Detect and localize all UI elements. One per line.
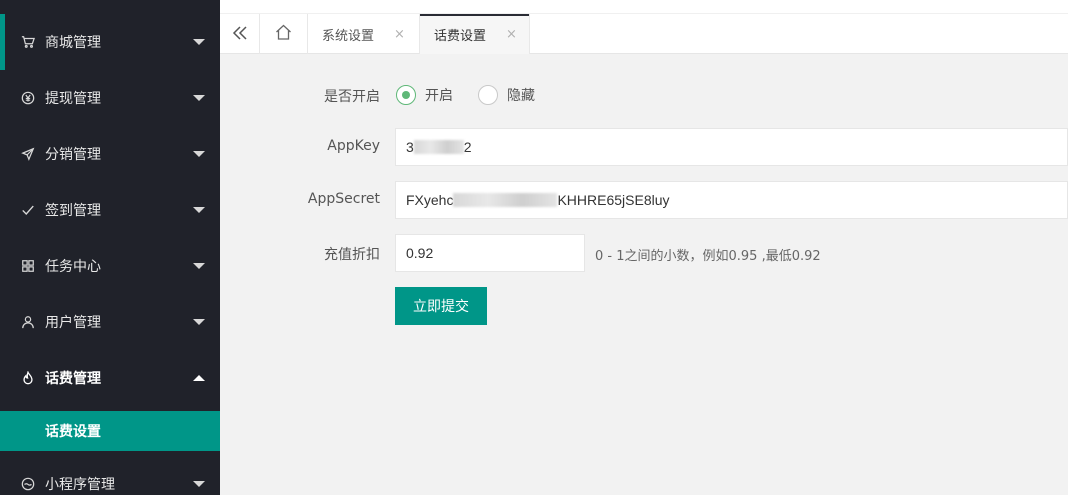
chevron-down-icon <box>193 263 205 269</box>
appkey-label: AppKey <box>327 138 380 154</box>
tab-label: 话费设置 <box>434 28 487 44</box>
fire-icon <box>20 370 36 386</box>
radio-label: 隐藏 <box>507 88 535 104</box>
sidebar-item-distribution[interactable]: 分销管理 <box>0 126 220 182</box>
mini-program-icon <box>20 476 36 492</box>
tab-label: 系统设置 <box>322 28 375 44</box>
sidebar-top <box>0 0 220 14</box>
appsecret-value-end: KHHRE65jSE8luy <box>557 192 670 208</box>
tab-system-settings[interactable]: 系统设置 × <box>308 14 420 54</box>
sidebar-item-users[interactable]: 用户管理 <box>0 294 220 350</box>
chevron-down-icon <box>193 481 205 487</box>
radio-label: 开启 <box>425 88 453 104</box>
sidebar-item-label: 分销管理 <box>45 147 101 163</box>
chevron-down-icon <box>193 151 205 157</box>
sidebar-item-label: 任务中心 <box>45 259 101 275</box>
sidebar: 商城管理 提现管理 分销管理 签到管理 任务中心 用户管理 话费管理 话费设置 … <box>0 0 220 495</box>
collapse-sidebar-button[interactable] <box>220 14 260 54</box>
sidebar-item-label: 小程序管理 <box>45 477 115 493</box>
sidebar-item-label: 提现管理 <box>45 91 101 107</box>
check-icon <box>20 202 36 218</box>
discount-input[interactable]: 0.92 <box>395 234 585 272</box>
chevron-up-icon <box>193 375 205 381</box>
radio-enable-hide[interactable]: 隐藏 <box>478 85 535 105</box>
appkey-value-end: 2 <box>463 139 472 155</box>
radio-enable-on[interactable]: 开启 <box>396 85 453 105</box>
redacted-blur <box>413 140 464 154</box>
appkey-input[interactable]: 3 2 <box>395 128 1068 166</box>
discount-hint: 0 - 1之间的小数，例如0.95 ,最低0.92 <box>595 249 821 264</box>
chevron-down-icon <box>193 39 205 45</box>
chevron-down-icon <box>193 319 205 325</box>
redacted-blur <box>453 193 558 207</box>
radio-checked-icon <box>396 85 416 105</box>
grid-icon <box>20 258 36 274</box>
submit-button[interactable]: 立即提交 <box>395 287 487 325</box>
home-tab[interactable] <box>260 14 308 54</box>
header-strip <box>220 0 1068 14</box>
sidebar-item-label: 话费管理 <box>45 371 101 387</box>
chevron-down-icon <box>193 207 205 213</box>
radio-unchecked-icon <box>478 85 498 105</box>
double-chevron-left-icon <box>232 25 248 44</box>
sidebar-item-phone-bill[interactable]: 话费管理 <box>0 350 220 406</box>
tab-bar: 系统设置 × 话费设置 × <box>220 14 1068 54</box>
appkey-value-start: 3 <box>406 139 414 155</box>
close-icon[interactable]: × <box>394 27 405 42</box>
home-icon <box>275 24 292 44</box>
sidebar-item-label: 商城管理 <box>45 35 101 51</box>
sidebar-item-label: 签到管理 <box>45 203 101 219</box>
sidebar-subitem-phone-bill-settings[interactable]: 话费设置 <box>0 411 220 451</box>
cart-icon <box>20 34 36 50</box>
yen-icon <box>20 90 36 106</box>
tab-phone-bill-settings[interactable]: 话费设置 × <box>420 14 530 54</box>
appsecret-value-start: FXyehc <box>406 192 454 208</box>
sidebar-item-tasks[interactable]: 任务中心 <box>0 238 220 294</box>
sidebar-item-withdraw[interactable]: 提现管理 <box>0 70 220 126</box>
send-icon <box>20 146 36 162</box>
user-icon <box>20 314 36 330</box>
enable-label: 是否开启 <box>324 89 380 105</box>
sidebar-item-mall[interactable]: 商城管理 <box>0 14 220 70</box>
chevron-down-icon <box>193 95 205 101</box>
close-icon[interactable]: × <box>506 27 517 42</box>
sidebar-item-label: 用户管理 <box>45 315 101 331</box>
sidebar-item-mini-program[interactable]: 小程序管理 <box>0 456 220 495</box>
sidebar-item-checkin[interactable]: 签到管理 <box>0 182 220 238</box>
appsecret-input[interactable]: FXyehc KHHRE65jSE8luy <box>395 181 1068 219</box>
appsecret-label: AppSecret <box>307 191 380 207</box>
discount-label: 充值折扣 <box>324 247 380 263</box>
